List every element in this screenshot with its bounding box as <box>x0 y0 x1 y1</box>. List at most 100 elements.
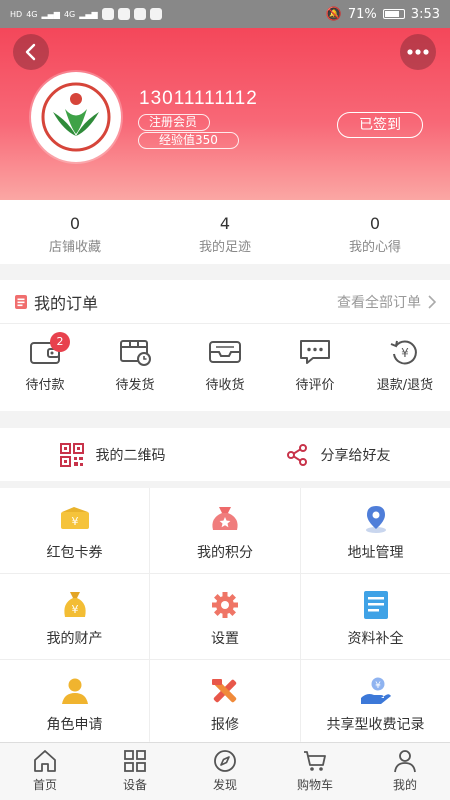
tab-label: 首页 <box>32 778 57 792</box>
menu-complete-profile[interactable]: 资料补全 <box>301 574 450 659</box>
mute-icon: 🔕 <box>325 6 342 22</box>
order-status-label: 待付款 <box>25 378 65 393</box>
signal-icon: ▂▄▆ <box>41 9 60 19</box>
tab-label: 发现 <box>212 778 237 792</box>
tab-label: 设备 <box>122 778 147 792</box>
app-notification-icon <box>133 8 146 20</box>
view-all-orders-link[interactable]: 查看全部订单 <box>337 292 436 312</box>
battery-icon <box>382 9 405 19</box>
back-button[interactable] <box>13 34 49 70</box>
brand-logo-icon <box>41 82 111 152</box>
my-qr-code-button[interactable]: 我的二维码 <box>0 428 225 481</box>
tab-home[interactable]: 首页 <box>0 743 90 800</box>
menu-red-packet-coupons[interactable]: ¥ 红包卡券 <box>0 488 149 573</box>
stat-value: 0 <box>369 214 381 233</box>
menu-label: 共享型收费记录 <box>326 717 425 733</box>
order-pending-review[interactable]: 待评价 <box>270 324 360 410</box>
tab-devices[interactable]: 设备 <box>90 743 180 800</box>
stat-label: 我的心得 <box>348 240 401 255</box>
stat-value: 4 <box>219 214 231 233</box>
stat-footprints[interactable]: 4 我的足迹 <box>150 200 300 264</box>
svg-text:¥: ¥ <box>71 603 78 616</box>
experience-tag: 经验值350 <box>138 132 239 149</box>
menu-repair-request[interactable]: 报修 <box>150 660 300 743</box>
home-icon <box>34 750 56 772</box>
package-clock-icon <box>120 340 151 366</box>
tab-label: 我的 <box>392 778 417 792</box>
menu-shared-charging-records[interactable]: ¥ 共享型收费记录 <box>301 660 450 743</box>
menu-label: 我的积分 <box>197 545 253 561</box>
avatar[interactable] <box>31 72 121 162</box>
document-icon <box>363 591 388 619</box>
order-pending-shipment[interactable]: 待发货 <box>90 324 180 410</box>
svg-text:¥: ¥ <box>71 515 78 528</box>
order-status-label: 待发货 <box>115 378 155 393</box>
user-phone: 13011111112 <box>139 88 258 109</box>
order-pending-receipt[interactable]: 待收货 <box>180 324 270 410</box>
order-status-label: 待评价 <box>295 378 335 393</box>
sign-in-button[interactable]: 已签到 <box>337 112 423 138</box>
menu-my-points[interactable]: 我的积分 <box>150 488 300 573</box>
qr-share-bar: 我的二维码 分享给好友 <box>0 428 450 481</box>
chevron-left-icon <box>25 43 36 61</box>
coupon-icon: ¥ <box>60 507 89 529</box>
view-all-label: 查看全部订单 <box>337 294 421 311</box>
svg-text:¥: ¥ <box>375 681 381 691</box>
menu-label: 设置 <box>211 631 239 647</box>
stat-label: 我的足迹 <box>198 240 251 255</box>
order-list-icon <box>15 294 27 309</box>
orders-header: 我的订单 查看全部订单 <box>0 280 450 324</box>
more-dots-icon <box>407 49 429 55</box>
stat-value: 0 <box>69 214 81 233</box>
app-notification-icon <box>149 8 162 20</box>
location-icon <box>365 506 386 533</box>
tab-mine[interactable]: 我的 <box>360 743 450 800</box>
hand-coin-icon: ¥ <box>360 677 391 704</box>
status-left: HD 4G ▂▄▆ 4G ▂▄▆ <box>10 8 162 20</box>
network-label: 4G <box>26 9 38 19</box>
tab-label: 购物车 <box>296 778 333 792</box>
feature-grid: ¥ 红包卡券 我的积分 地址管理 ¥ 我的财产 设置 资料补全 角色申请 报修 … <box>0 488 450 743</box>
menu-label: 报修 <box>211 717 239 733</box>
comment-icon <box>300 340 330 364</box>
menu-my-assets[interactable]: ¥ 我的财产 <box>0 574 149 659</box>
cart-icon <box>304 751 326 771</box>
menu-settings[interactable]: 设置 <box>150 574 300 659</box>
hd-label: HD <box>10 9 23 19</box>
menu-label: 角色申请 <box>46 717 103 733</box>
stat-label: 店铺收藏 <box>48 240 101 255</box>
my-qr-code-label: 我的二维码 <box>95 447 166 464</box>
menu-label: 资料补全 <box>347 631 404 647</box>
order-refund[interactable]: ¥ 退款/退货 <box>360 324 450 410</box>
stats-bar: 0 店铺收藏 4 我的足迹 0 我的心得 <box>0 200 450 264</box>
tab-discover[interactable]: 发现 <box>180 743 270 800</box>
chevron-right-icon <box>428 294 436 309</box>
unpaid-count-badge: 2 <box>50 332 70 352</box>
money-bag-icon: ¥ <box>63 592 86 617</box>
menu-label: 我的财产 <box>46 631 103 647</box>
profile-header: 13011111112 注册会员 经验值350 已签到 <box>0 28 450 200</box>
stat-reviews[interactable]: 0 我的心得 <box>300 200 450 264</box>
points-bag-icon <box>212 507 238 530</box>
devices-grid-icon <box>124 750 146 772</box>
share-icon <box>286 443 307 466</box>
svg-text:¥: ¥ <box>401 346 409 360</box>
share-to-friends-button[interactable]: 分享给好友 <box>225 428 450 481</box>
tab-cart[interactable]: 购物车 <box>270 743 360 800</box>
clock: 3:53 <box>410 6 440 22</box>
share-to-friends-label: 分享给好友 <box>320 447 391 464</box>
order-pending-payment[interactable]: 2 待付款 <box>0 324 90 410</box>
more-button[interactable] <box>400 34 436 70</box>
order-status-label: 退款/退货 <box>376 378 434 393</box>
order-status-label: 待收货 <box>205 378 245 393</box>
menu-role-application[interactable]: 角色申请 <box>0 660 149 743</box>
compass-icon <box>214 750 236 772</box>
refund-icon: ¥ <box>390 340 417 365</box>
stat-store-favorites[interactable]: 0 店铺收藏 <box>0 200 150 264</box>
menu-label: 红包卡券 <box>46 545 103 561</box>
orders-section: 我的订单 查看全部订单 2 待付款 待发货 待收货 待评价 ¥ 退款/退货 <box>0 280 450 411</box>
app-notification-icon <box>101 8 114 20</box>
menu-address-management[interactable]: 地址管理 <box>301 488 450 573</box>
status-bar: HD 4G ▂▄▆ 4G ▂▄▆ 🔕 71% 3:53 <box>0 0 450 28</box>
app-notification-icon <box>117 8 130 20</box>
